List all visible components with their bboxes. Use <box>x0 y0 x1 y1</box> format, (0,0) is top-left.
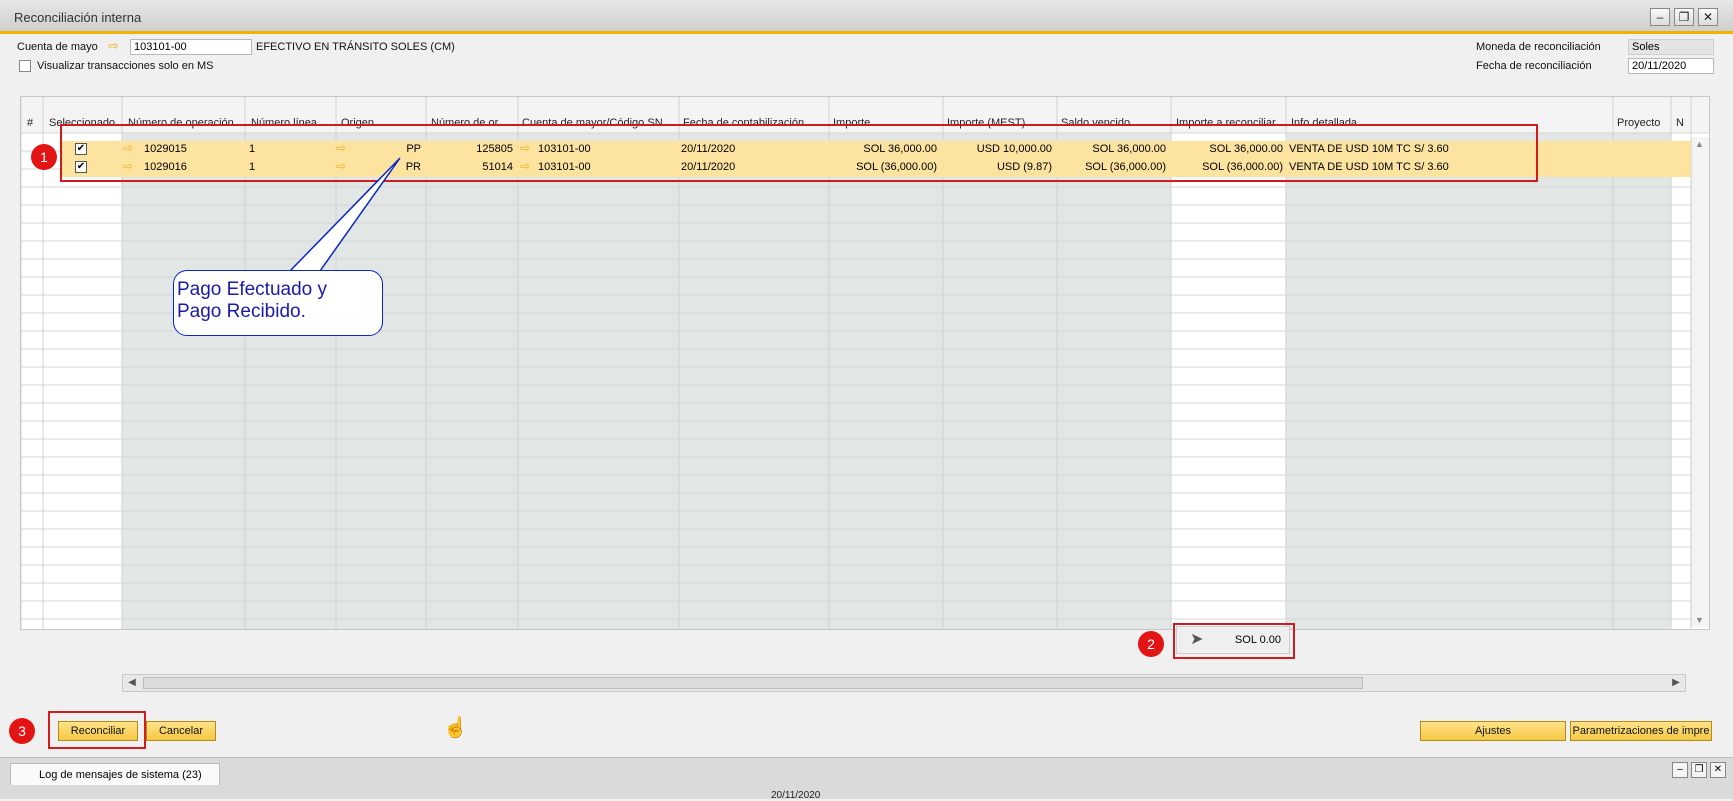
callout-line-1: Pago Efectuado y <box>177 279 327 300</box>
cancel-button[interactable]: Cancelar <box>146 721 216 741</box>
currency-field[interactable]: Soles <box>1628 39 1714 55</box>
window-title: Reconciliación interna <box>14 10 142 25</box>
callout-bubble: Pago Efectuado y Pago Recibido. <box>173 270 383 336</box>
account-field[interactable]: 103101-00 <box>130 39 252 55</box>
currency-label: Moneda de reconciliación <box>1476 41 1601 53</box>
log-restore-icon[interactable]: ❐ <box>1691 762 1707 778</box>
restore-icon[interactable]: ❐ <box>1674 8 1694 26</box>
scroll-right-icon[interactable]: ▶ <box>1668 676 1684 690</box>
log-minimize-icon[interactable]: – <box>1672 762 1688 778</box>
reconciliation-date-field[interactable]: 20/11/2020 <box>1628 58 1714 74</box>
show-ms-label: Visualizar transacciones solo en MS <box>37 60 214 72</box>
hand-cursor-icon: ☝ <box>443 717 468 739</box>
account-name: EFECTIVO EN TRÁNSITO SOLES (CM) <box>256 41 455 53</box>
col-project[interactable]: Proyecto <box>1617 117 1672 129</box>
reconcile-button[interactable]: Reconciliar <box>58 721 138 741</box>
callout-pointer <box>288 157 401 272</box>
account-label: Cuenta de mayo <box>17 41 98 53</box>
status-date: 20/11/2020 <box>771 790 821 801</box>
system-log-tab[interactable]: Log de mensajes de sistema (23) <box>10 763 220 785</box>
close-icon[interactable]: ✕ <box>1698 8 1718 26</box>
window-titlebar: Reconciliación interna – ❐ ✕ <box>0 0 1733 34</box>
vertical-scrollbar[interactable]: ▲ ▼ <box>1691 137 1709 627</box>
log-close-icon[interactable]: ✕ <box>1710 762 1726 778</box>
annotation-badge-3: 3 <box>9 718 35 744</box>
annotation-badge-1: 1 <box>31 144 57 170</box>
link-arrow-icon[interactable]: ⇨ <box>108 38 119 54</box>
status-bar <box>0 757 1733 799</box>
mouse-pointer-icon: ➤ <box>1190 631 1204 648</box>
annotation-badge-2: 2 <box>1138 631 1164 657</box>
minimize-icon[interactable]: – <box>1650 8 1670 26</box>
scroll-down-icon[interactable]: ▼ <box>1695 615 1704 625</box>
col-index[interactable]: # <box>27 117 33 129</box>
show-ms-checkbox[interactable] <box>19 60 31 72</box>
col-n[interactable]: N <box>1676 117 1688 129</box>
scroll-up-icon[interactable]: ▲ <box>1695 139 1704 149</box>
print-settings-button[interactable]: Parametrizaciones de impre <box>1570 721 1712 741</box>
adjustments-button[interactable]: Ajustes <box>1420 721 1566 741</box>
horizontal-scrollbar[interactable]: ◀ ▶ <box>122 674 1686 692</box>
scroll-left-icon[interactable]: ◀ <box>124 676 140 690</box>
scrollbar-thumb[interactable] <box>143 677 1363 689</box>
date-label: Fecha de reconciliación <box>1476 60 1592 72</box>
callout-line-2: Pago Recibido. <box>177 301 306 322</box>
